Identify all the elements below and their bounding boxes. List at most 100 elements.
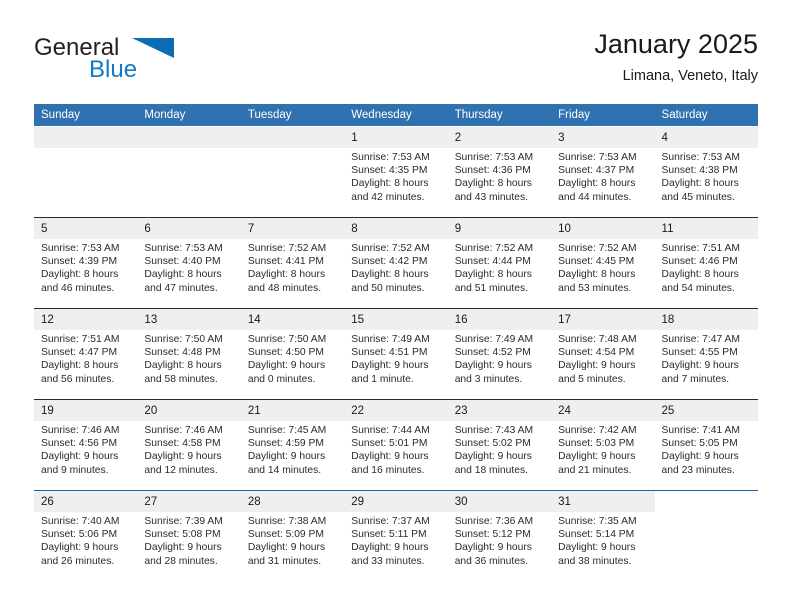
daylight-minutes-text: and 31 minutes. [247,555,322,567]
sunset-text: Sunset: 5:02 PM [454,438,531,450]
sunrise-text: Sunrise: 7:37 AM [351,516,430,527]
location-subtitle: Limana, Veneto, Italy [622,68,758,84]
daylight-minutes-text: and 43 minutes. [454,191,528,203]
calendar-day-cell[interactable]: 2 Sunrise: 7:53 AM Sunset: 4:36 PM Daylight… [447,126,552,218]
calendar-day-cell[interactable]: 18 Sunrise: 7:47 AM Sunset: 4:55 PM Dayligh… [654,308,758,400]
daylight-text: Daylight: 8 hours [558,178,636,190]
weekday-header-sunday: Sunday [34,104,138,127]
sunrise-text: Sunrise: 7:39 AM [144,516,223,527]
calendar-day-cell[interactable]: 20 Sunrise: 7:46 AM Sunset: 4:58 PM Dayligh… [137,399,241,491]
calendar-day-cell[interactable]: 9 Sunrise: 7:52 AM Sunset: 4:44 PM Daylight… [447,217,552,309]
sunset-text: Sunset: 4:48 PM [144,347,221,359]
sunset-text: Sunset: 4:42 PM [351,256,428,268]
daylight-text: Daylight: 8 hours [351,269,429,281]
daylight-minutes-text: and 14 minutes. [247,464,322,476]
sunset-text: Sunset: 4:55 PM [661,347,738,359]
sunset-text: Sunset: 4:35 PM [351,165,428,177]
day-number: 6 [137,218,241,239]
weekday-header-wednesday: Wednesday [344,104,448,127]
calendar-day-cell[interactable]: 25 Sunrise: 7:41 AM Sunset: 5:05 PM Dayligh… [654,399,758,491]
calendar-day-cell[interactable]: 19 Sunrise: 7:46 AM Sunset: 4:56 PM Dayligh… [34,399,138,491]
calendar-day-cell[interactable]: 16 Sunrise: 7:49 AM Sunset: 4:52 PM Dayligh… [447,308,552,400]
daylight-text: Daylight: 8 hours [41,360,119,372]
day-sun-info: Sunrise: 7:44 AM Sunset: 5:01 PM Daylight:… [344,421,447,477]
day-sun-info: Sunrise: 7:39 AM Sunset: 5:08 PM Daylight:… [137,512,240,568]
calendar-day-cell[interactable]: 8 Sunrise: 7:52 AM Sunset: 4:42 PM Daylight… [344,217,448,309]
sunrise-text: Sunrise: 7:49 AM [454,334,534,345]
day-number: 31 [551,491,655,512]
calendar-day-cell[interactable]: 29 Sunrise: 7:37 AM Sunset: 5:11 PM Dayligh… [344,490,448,581]
calendar-day-cell[interactable]: 5 Sunrise: 7:53 AM Sunset: 4:39 PM Daylight… [34,217,138,309]
sunset-text: Sunset: 4:40 PM [144,256,221,268]
calendar-day-cell[interactable]: 13 Sunrise: 7:50 AM Sunset: 4:48 PM Dayligh… [137,308,241,400]
daylight-minutes-text: and 44 minutes. [558,191,632,203]
calendar-day-cell[interactable]: 26 Sunrise: 7:40 AM Sunset: 5:06 PM Dayligh… [34,490,138,581]
sunrise-text: Sunrise: 7:52 AM [558,243,637,254]
daylight-minutes-text: and 33 minutes. [351,555,425,567]
calendar-day-cell-empty [137,126,241,218]
sunrise-text: Sunrise: 7:51 AM [661,243,740,254]
calendar-day-cell[interactable]: 7 Sunrise: 7:52 AM Sunset: 4:41 PM Daylight… [240,217,345,309]
calendar-header-row: Sunday Monday Tuesday Wednesday Thursday Frid… [34,104,758,127]
calendar-day-cell[interactable]: 24 Sunrise: 7:42 AM Sunset: 5:03 PM Dayligh… [551,399,655,491]
day-number [240,127,345,148]
calendar-day-cell[interactable]: 28 Sunrise: 7:38 AM Sunset: 5:09 PM Dayligh… [240,490,345,581]
day-sun-info: Sunrise: 7:37 AM Sunset: 5:11 PM Daylight:… [344,512,447,568]
calendar-day-cell[interactable]: 4 Sunrise: 7:53 AM Sunset: 4:38 PM Daylight… [654,126,758,218]
sunset-text: Sunset: 5:05 PM [661,438,738,450]
day-sun-info: Sunrise: 7:45 AM Sunset: 4:59 PM Daylight:… [241,421,344,477]
day-sun-info: Sunrise: 7:36 AM Sunset: 5:12 PM Daylight:… [448,512,551,568]
day-sun-info: Sunrise: 7:40 AM Sunset: 5:06 PM Daylight:… [34,512,137,568]
sunset-text: Sunset: 5:09 PM [247,529,324,541]
sunset-text: Sunset: 5:11 PM [351,529,427,541]
sunrise-text: Sunrise: 7:49 AM [351,334,430,345]
sunset-text: Sunset: 4:58 PM [144,438,221,450]
weekday-header-monday: Monday [137,104,241,127]
sunrise-text: Sunrise: 7:47 AM [661,334,740,345]
day-number: 5 [34,218,138,239]
triangle-flag-icon [132,38,174,58]
calendar-day-cell[interactable]: 11 Sunrise: 7:51 AM Sunset: 4:46 PM Dayligh… [654,217,758,309]
calendar-day-cell[interactable]: 15 Sunrise: 7:49 AM Sunset: 4:51 PM Dayligh… [344,308,448,400]
calendar-table: Sunday Monday Tuesday Wednesday Thursday Frid… [34,104,758,581]
calendar-day-cell[interactable]: 17 Sunrise: 7:48 AM Sunset: 4:54 PM Dayligh… [551,308,655,400]
day-number: 10 [551,218,655,239]
sunrise-text: Sunrise: 7:45 AM [247,425,327,436]
sunset-text: Sunset: 4:52 PM [454,347,531,359]
day-sun-info: Sunrise: 7:35 AM Sunset: 5:14 PM Daylight:… [551,512,654,568]
daylight-minutes-text: and 36 minutes. [454,555,528,567]
calendar-day-cell[interactable]: 10 Sunrise: 7:52 AM Sunset: 4:45 PM Dayligh… [551,217,655,309]
day-number: 3 [551,127,655,148]
day-sun-info: Sunrise: 7:41 AM Sunset: 5:05 PM Daylight:… [655,421,758,477]
sunset-text: Sunset: 4:38 PM [661,165,738,177]
calendar-day-cell[interactable]: 14 Sunrise: 7:50 AM Sunset: 4:50 PM Dayligh… [240,308,345,400]
day-number: 19 [34,400,138,421]
daylight-minutes-text: and 18 minutes. [454,464,528,476]
calendar-week-row: 26 Sunrise: 7:40 AM Sunset: 5:06 PM Dayligh… [34,490,758,581]
daylight-minutes-text: and 48 minutes. [247,282,322,294]
calendar-day-cell[interactable]: 23 Sunrise: 7:43 AM Sunset: 5:02 PM Dayligh… [447,399,552,491]
calendar-day-cell[interactable]: 3 Sunrise: 7:53 AM Sunset: 4:37 PM Daylight… [551,126,655,218]
daylight-minutes-text: and 9 minutes. [41,464,109,476]
calendar-day-cell[interactable]: 6 Sunrise: 7:53 AM Sunset: 4:40 PM Daylight… [137,217,241,309]
day-number: 26 [34,491,138,512]
calendar-day-cell[interactable]: 1 Sunrise: 7:53 AM Sunset: 4:35 PM Daylight… [344,126,448,218]
calendar-day-cell[interactable]: 27 Sunrise: 7:39 AM Sunset: 5:08 PM Dayligh… [137,490,241,581]
daylight-text: Daylight: 8 hours [144,269,222,281]
day-number: 4 [654,127,758,148]
calendar-day-cell[interactable]: 12 Sunrise: 7:51 AM Sunset: 4:47 PM Dayligh… [34,308,138,400]
calendar-day-cell[interactable]: 31 Sunrise: 7:35 AM Sunset: 5:14 PM Dayligh… [551,490,655,581]
calendar-day-cell[interactable]: 22 Sunrise: 7:44 AM Sunset: 5:01 PM Dayligh… [344,399,448,491]
day-number: 16 [447,309,552,330]
daylight-minutes-text: and 28 minutes. [144,555,218,567]
sunrise-text: Sunrise: 7:53 AM [144,243,223,254]
sunset-text: Sunset: 4:56 PM [41,438,118,450]
daylight-minutes-text: and 54 minutes. [661,282,735,294]
daylight-minutes-text: and 38 minutes. [558,555,632,567]
sunrise-text: Sunrise: 7:53 AM [661,152,740,163]
calendar-week-row: 12 Sunrise: 7:51 AM Sunset: 4:47 PM Dayligh… [34,308,758,400]
page-header: General Blue January 2025 Limana, Veneto… [34,28,758,98]
calendar-day-cell[interactable]: 30 Sunrise: 7:36 AM Sunset: 5:12 PM Dayligh… [447,490,552,581]
daylight-minutes-text: and 42 minutes. [351,191,425,203]
calendar-day-cell[interactable]: 21 Sunrise: 7:45 AM Sunset: 4:59 PM Dayligh… [240,399,345,491]
